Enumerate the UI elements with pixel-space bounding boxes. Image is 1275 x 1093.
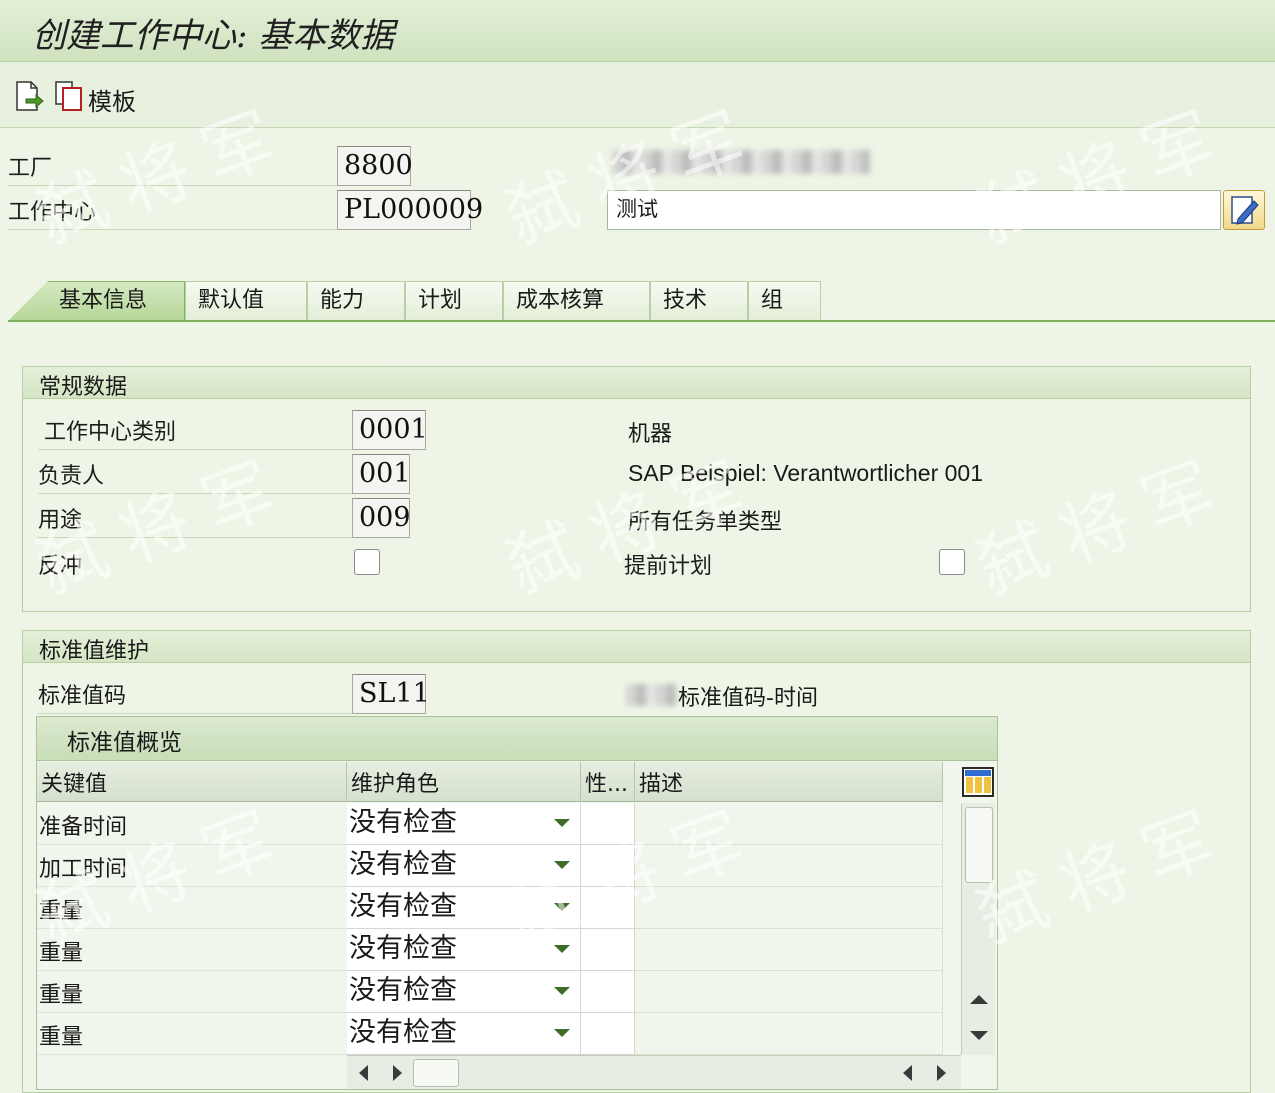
tab-costing[interactable]: 成本核算 <box>503 281 650 321</box>
desc-cell <box>635 929 943 971</box>
column-header-desc[interactable]: 描述 <box>635 762 943 802</box>
workcenter-label: 工作中心 <box>8 194 338 230</box>
scroll-right-icon[interactable] <box>393 1065 402 1081</box>
template-button[interactable]: 模板 <box>88 82 136 117</box>
table-settings-icon[interactable] <box>962 767 994 797</box>
row-key: 重量 <box>37 887 347 929</box>
usage-label: 用途 <box>38 502 352 538</box>
dropdown-arrow-icon[interactable] <box>554 819 570 827</box>
table-row[interactable]: 重量 没有检查 <box>37 929 943 971</box>
backflush-label: 反冲 <box>38 554 83 579</box>
attr-cell[interactable] <box>581 1013 635 1055</box>
row-key: 准备时间 <box>37 803 347 845</box>
scroll-right-icon[interactable] <box>937 1065 946 1081</box>
page-title: 创建工作中心: 基本数据 <box>32 16 395 56</box>
new-document-icon[interactable] <box>14 80 44 112</box>
column-header-key[interactable]: 关键值 <box>37 762 347 802</box>
row-key: 重量 <box>37 929 347 971</box>
role-dropdown[interactable]: 没有检查 <box>347 887 581 929</box>
role-dropdown[interactable]: 没有检查 <box>347 929 581 971</box>
tab-scheduling[interactable]: 计划 <box>405 281 503 321</box>
template-icon[interactable] <box>54 80 82 112</box>
plant-field[interactable]: 8800 <box>337 146 413 186</box>
vertical-scroll-thumb[interactable] <box>965 807 993 883</box>
category-field[interactable]: 0001 <box>352 410 428 450</box>
table-row[interactable]: 重量 没有检查 <box>37 887 943 929</box>
desc-cell <box>635 971 943 1013</box>
workcenter-field[interactable]: PL000009 <box>337 190 483 230</box>
column-header-role[interactable]: 维护角色 <box>347 762 581 802</box>
tab-basic-info[interactable]: 基本信息 <box>8 281 185 321</box>
table-row[interactable]: 重量 没有检查 <box>37 1013 943 1055</box>
table-row[interactable]: 准备时间 没有检查 <box>37 803 943 845</box>
advanced-plan-checkbox[interactable] <box>939 549 965 575</box>
general-data-title: 常规数据 <box>23 367 1250 400</box>
redacted-key-prefix <box>626 684 676 706</box>
role-dropdown[interactable]: 没有检查 <box>347 1013 581 1055</box>
scroll-down-icon[interactable] <box>970 1031 988 1040</box>
role-dropdown[interactable]: 没有检查 <box>347 971 581 1013</box>
standard-values-table: 标准值概览 关键值 维护角色 性... 描述 准备时间 没有检查 加工时间 没有… <box>36 716 998 1090</box>
usage-field[interactable]: 009 <box>352 498 411 538</box>
table-row[interactable]: 重量 没有检查 <box>37 971 943 1013</box>
horizontal-scrollbar[interactable] <box>347 1055 961 1089</box>
row-key: 重量 <box>37 971 347 1013</box>
long-text-edit-button[interactable] <box>1223 190 1265 230</box>
dropdown-arrow-icon[interactable] <box>554 903 570 911</box>
category-text: 机器 <box>628 422 673 447</box>
row-key: 加工时间 <box>37 845 347 887</box>
usage-text: 所有任务单类型 <box>628 510 783 535</box>
tab-group[interactable]: 组 <box>748 281 821 321</box>
plant-label: 工厂 <box>8 150 338 186</box>
dropdown-arrow-icon[interactable] <box>554 1029 570 1037</box>
attr-cell[interactable] <box>581 803 635 845</box>
attr-cell[interactable] <box>581 929 635 971</box>
standard-key-field[interactable]: SL11 <box>352 674 430 714</box>
standard-key-label: 标准值码 <box>38 678 352 714</box>
column-header-attr[interactable]: 性... <box>581 762 635 802</box>
responsible-text: SAP Beispiel: Verantwortlicher 001 <box>628 460 983 486</box>
backflush-checkbox[interactable] <box>354 549 380 575</box>
desc-cell <box>635 1013 943 1055</box>
table-title: 标准值概览 <box>37 717 997 761</box>
tab-technical[interactable]: 技术 <box>650 281 748 321</box>
dropdown-arrow-icon[interactable] <box>554 861 570 869</box>
tab-defaults[interactable]: 默认值 <box>185 281 307 321</box>
vertical-scrollbar[interactable] <box>961 803 995 1055</box>
advanced-plan-label: 提前计划 <box>624 554 713 579</box>
scroll-left-icon[interactable] <box>359 1065 368 1081</box>
responsible-field[interactable]: 001 <box>352 454 411 494</box>
attr-cell[interactable] <box>581 887 635 929</box>
desc-cell <box>635 845 943 887</box>
edit-pencil-icon <box>1231 196 1259 225</box>
row-key: 重量 <box>37 1013 347 1055</box>
role-dropdown[interactable]: 没有检查 <box>347 803 581 845</box>
dropdown-arrow-icon[interactable] <box>554 945 570 953</box>
dropdown-arrow-icon[interactable] <box>554 987 570 995</box>
desc-cell <box>635 887 943 929</box>
tab-strip-line <box>8 320 1275 322</box>
role-dropdown[interactable]: 没有检查 <box>347 845 581 887</box>
standard-values-title: 标准值维护 <box>23 631 1250 664</box>
application-toolbar <box>0 62 1275 128</box>
redacted-plant-name <box>612 150 870 174</box>
scroll-left-icon[interactable] <box>903 1065 912 1081</box>
desc-cell <box>635 803 943 845</box>
category-label: 工作中心类别 <box>38 414 352 450</box>
standard-key-text: 标准值码-时间 <box>678 686 818 711</box>
attr-cell[interactable] <box>581 845 635 887</box>
responsible-label: 负责人 <box>38 458 352 494</box>
horizontal-scroll-thumb[interactable] <box>413 1059 459 1087</box>
workcenter-description-input[interactable]: 测试 <box>607 190 1221 230</box>
scroll-up-icon[interactable] <box>970 995 988 1004</box>
attr-cell[interactable] <box>581 971 635 1013</box>
tab-capacity[interactable]: 能力 <box>307 281 405 321</box>
table-row[interactable]: 加工时间 没有检查 <box>37 845 943 887</box>
